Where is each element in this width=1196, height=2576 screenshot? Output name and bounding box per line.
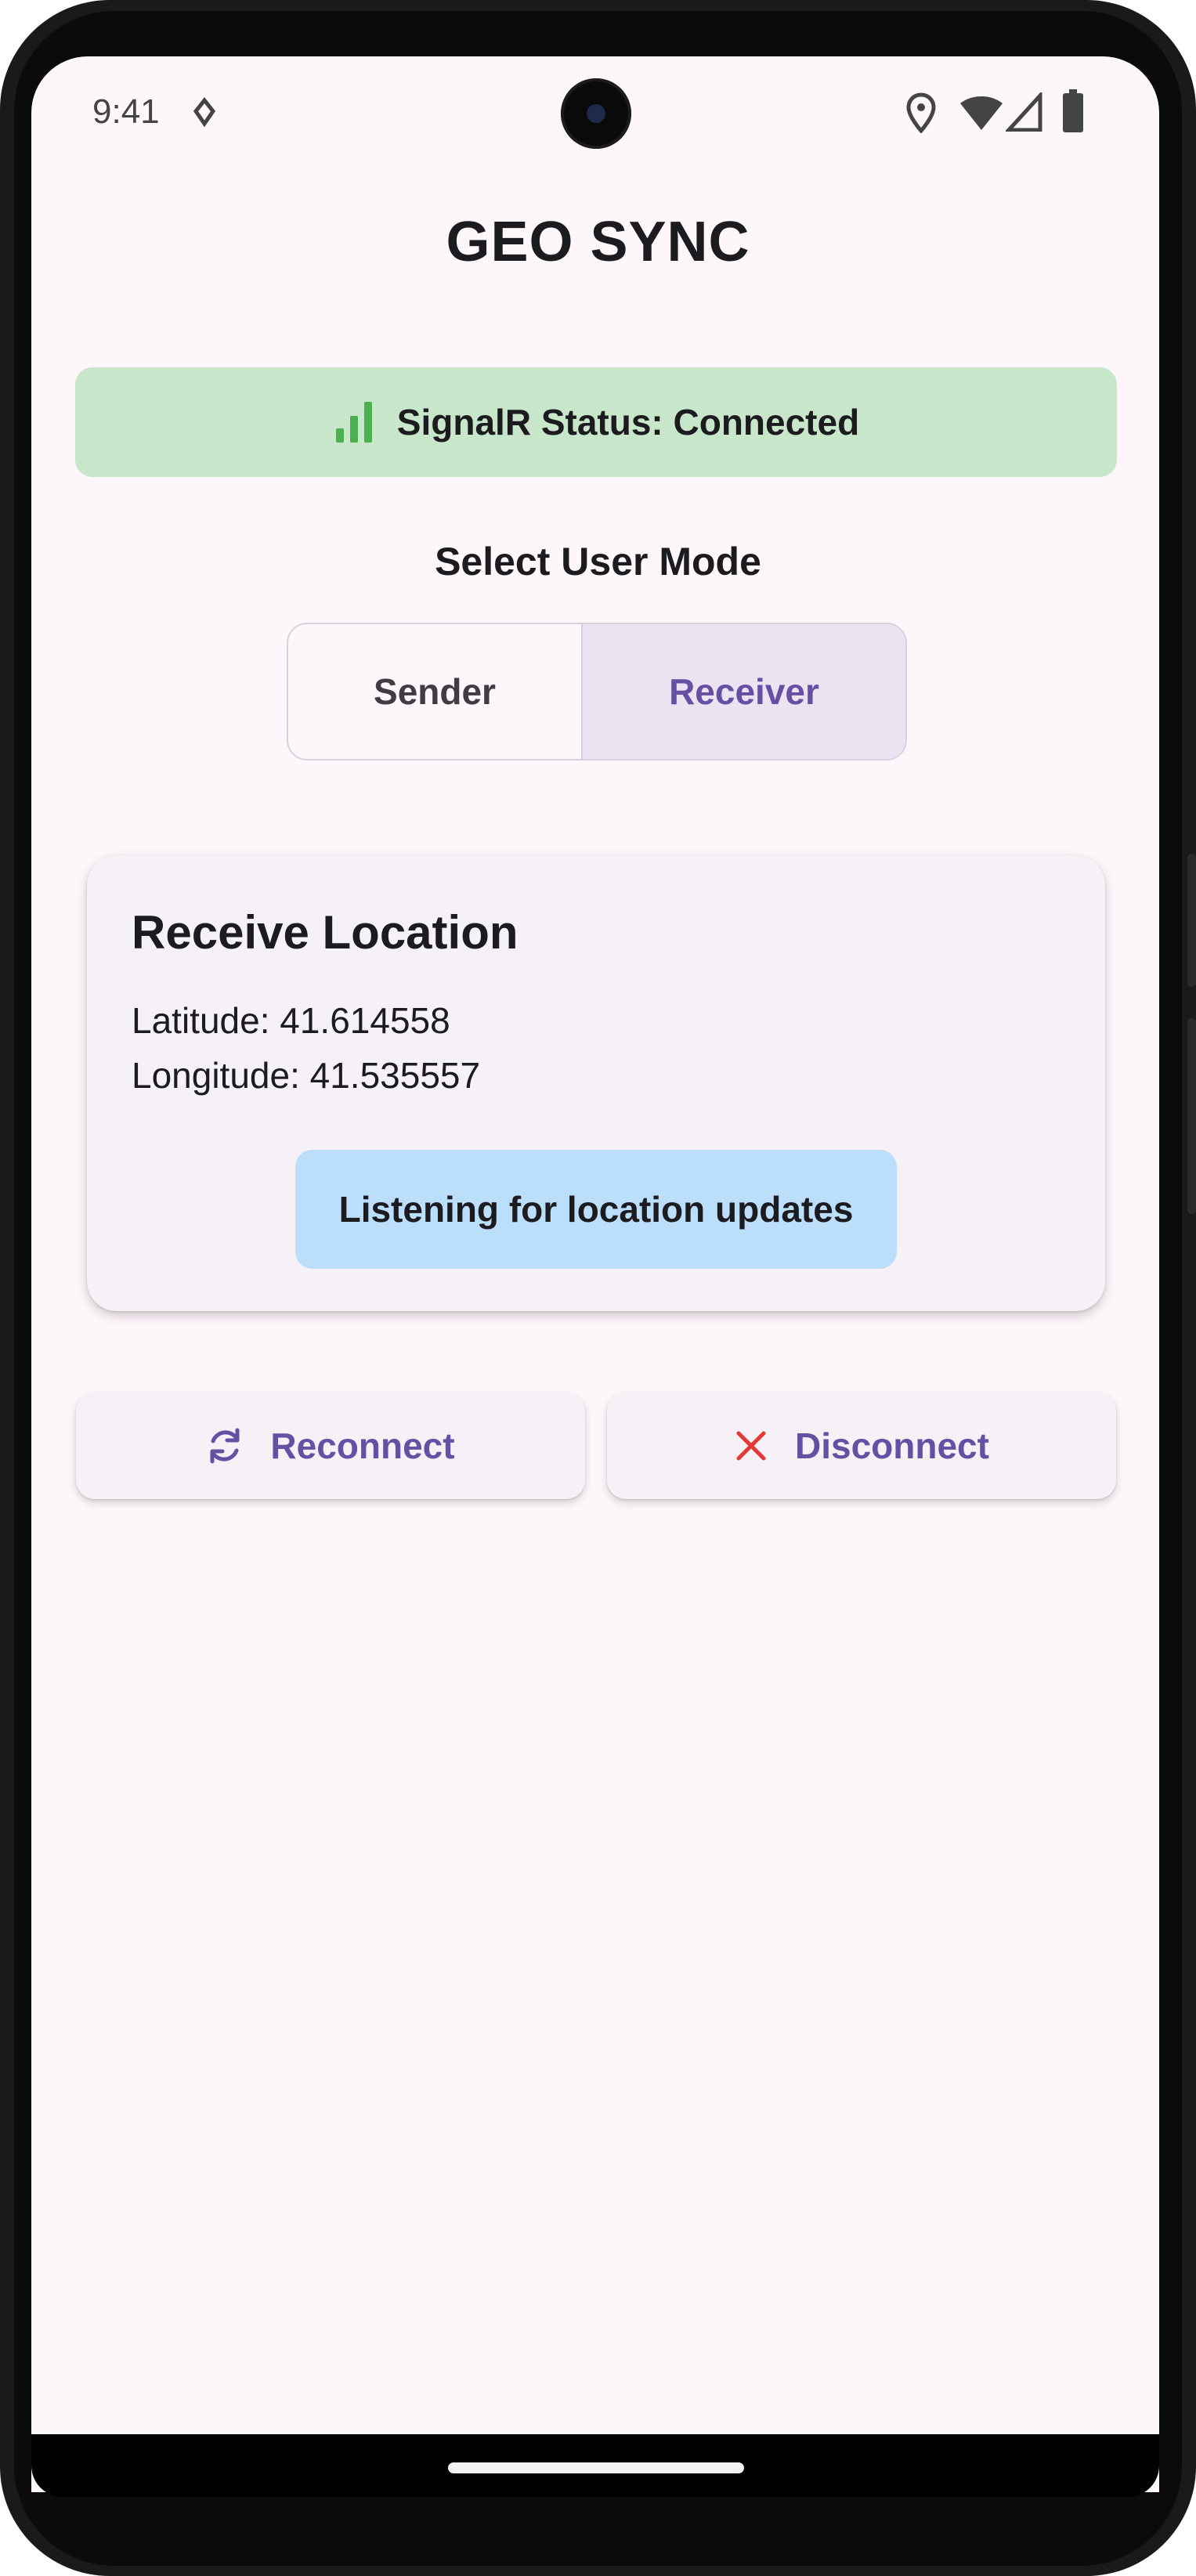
status-time: 9:41 (92, 92, 160, 131)
location-icon (906, 92, 936, 133)
close-icon (736, 1431, 766, 1461)
connection-status-text: SignalR Status: Connected (396, 402, 860, 443)
refresh-icon (210, 1428, 240, 1464)
mode-heading: Select User Mode (435, 540, 761, 583)
mode-option-sender[interactable]: Sender (288, 624, 583, 759)
assistant-icon (193, 97, 216, 128)
signal-bars-icon (335, 402, 372, 443)
listening-status: Listening for location updates (295, 1150, 897, 1269)
mode-option-receiver[interactable]: Receiver (583, 624, 905, 759)
latitude-text: Latitude: 41.614558 (132, 1000, 450, 1041)
disconnect-label: Disconnect (795, 1425, 989, 1466)
power-button (1187, 854, 1196, 987)
battery-icon (1063, 89, 1083, 132)
receive-location-card: Receive Location Latitude: 41.614558 Lon… (87, 855, 1105, 1311)
disconnect-button[interactable]: Disconnect (607, 1393, 1116, 1499)
app-title: GEO SYNC (446, 211, 750, 273)
reconnect-button[interactable]: Reconnect (76, 1393, 585, 1499)
connection-status-banner: SignalR Status: Connected (75, 367, 1117, 477)
user-mode-selector: Sender Receiver (287, 623, 907, 761)
front-camera (561, 78, 631, 149)
reconnect-label: Reconnect (270, 1425, 455, 1466)
home-indicator[interactable] (448, 2462, 744, 2473)
wifi-icon (960, 96, 1003, 130)
volume-button (1187, 1018, 1196, 1214)
cellular-signal-icon (1006, 92, 1042, 132)
card-title: Receive Location (132, 906, 519, 959)
longitude-text: Longitude: 41.535557 (132, 1055, 481, 1096)
